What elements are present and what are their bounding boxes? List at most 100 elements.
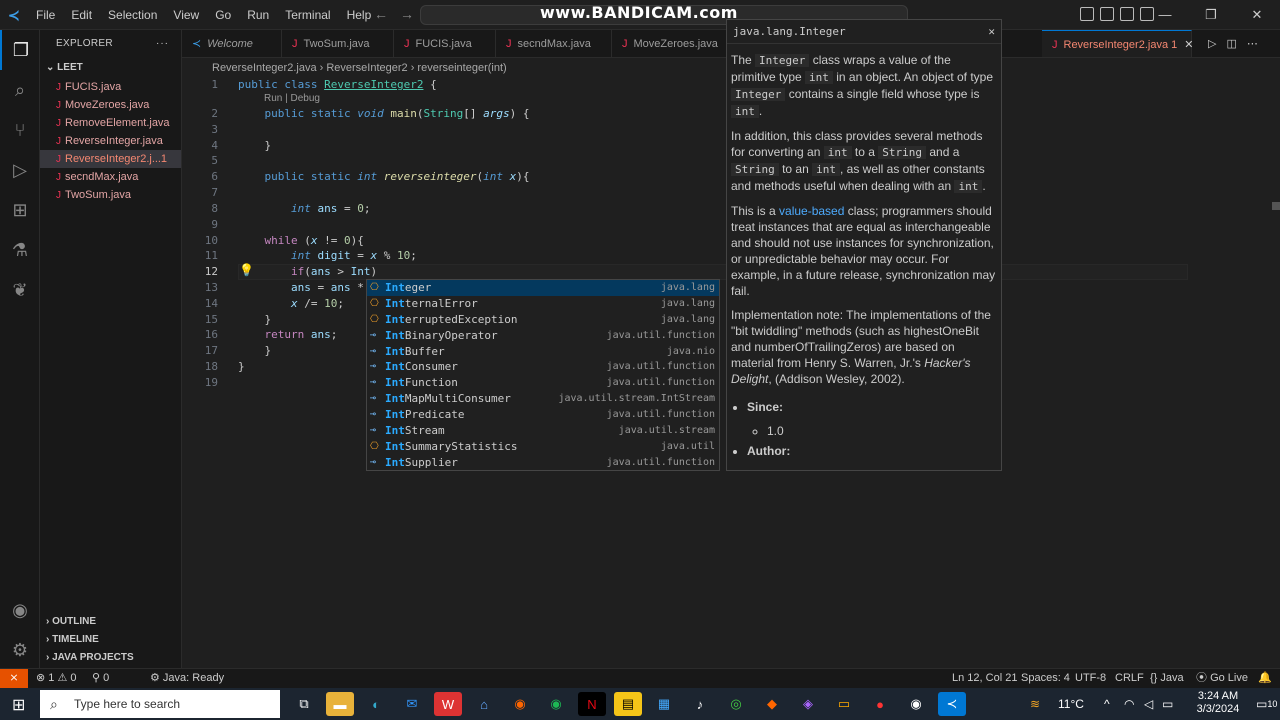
timeline-section[interactable]: › TIMELINE — [40, 631, 182, 649]
indentation[interactable]: Spaces: 4 — [1021, 669, 1070, 688]
calculator-icon[interactable]: ▦ — [650, 692, 678, 716]
suggestion-item[interactable]: ⎔ IntSummaryStatistics java.util — [367, 439, 719, 455]
run-icon[interactable]: ▷ — [1208, 38, 1226, 50]
suggestion-item[interactable]: ⎔ IntternalError java.lang — [367, 296, 719, 312]
suggestion-item[interactable]: ⎔ InterruptedException java.lang — [367, 312, 719, 328]
account-icon[interactable]: ◉ — [0, 590, 40, 630]
language-mode[interactable]: {} Java — [1150, 669, 1184, 688]
close-icon[interactable]: ✕ — [988, 20, 995, 44]
folder-icon[interactable]: ▭ — [830, 692, 858, 716]
more-actions-icon[interactable]: ··· — [156, 30, 169, 58]
toggle-secondary-sidebar-icon[interactable] — [1120, 7, 1134, 21]
menu-terminal[interactable]: Terminal — [277, 0, 338, 30]
suggestion-item[interactable]: ⊸ IntConsumer java.util.function — [367, 359, 719, 375]
tab-reverseinteger2[interactable]: J ReverseInteger2.java 1 ✕ — [1042, 30, 1194, 57]
menu-selection[interactable]: Selection — [100, 0, 165, 30]
file-item-selected[interactable]: J ReverseInteger2.j... 1 — [40, 150, 181, 168]
settings-gear-icon[interactable]: ⚙ — [0, 630, 40, 670]
tab-welcome[interactable]: ≺ Welcome — [182, 30, 282, 57]
remote-icon[interactable]: ⨯ — [0, 669, 28, 688]
menu-view[interactable]: View — [165, 0, 207, 30]
nav-arrows-icon[interactable]: ←→ — [374, 6, 426, 22]
testing-icon[interactable]: ⚗ — [0, 230, 40, 270]
sticky-notes-icon[interactable]: ▤ — [614, 692, 642, 716]
breadcrumb[interactable]: ReverseInteger2.java › ReverseInteger2 ›… — [182, 58, 507, 78]
windows-start-icon[interactable]: ⊞ — [12, 695, 30, 714]
value-based-link[interactable]: value-based — [779, 204, 844, 218]
spotify-icon[interactable]: ◉ — [542, 692, 570, 716]
menu-go[interactable]: Go — [207, 0, 239, 30]
menu-edit[interactable]: Edit — [63, 0, 100, 30]
suggestion-item[interactable]: ⊸ IntBinaryOperator java.util.function — [367, 328, 719, 344]
office-icon[interactable]: W — [434, 692, 462, 716]
more-icon[interactable]: ⋯ — [1247, 38, 1268, 50]
split-editor-icon[interactable]: ◫ — [1226, 38, 1246, 50]
tiktok-icon[interactable]: ♪ — [686, 692, 714, 716]
notification-center[interactable]: ▭ 10 — [1256, 688, 1277, 720]
explorer-icon[interactable]: ❐ — [0, 30, 40, 70]
scrollbar-thumb[interactable] — [1272, 202, 1280, 210]
maximize-icon[interactable]: ❐ — [1188, 0, 1234, 30]
close-tab-icon[interactable]: ✕ — [1184, 39, 1193, 51]
store-icon[interactable]: ⌂ — [470, 692, 498, 716]
suggestion-item[interactable]: ⎔ Integer java.lang — [367, 280, 719, 296]
notifications-bell-icon[interactable]: 🔔 — [1258, 669, 1272, 688]
brave-icon[interactable]: ◆ — [758, 692, 786, 716]
problems-status[interactable]: ⊗ 1 ⚠ 0 — [36, 669, 76, 688]
volume-icon[interactable]: ◁ — [1144, 688, 1153, 720]
folder-leet[interactable]: ⌄ LEET — [40, 58, 181, 78]
suggestion-item[interactable]: ⊸ IntBuffer java.nio — [367, 344, 719, 360]
edge-icon[interactable]: ◐ — [362, 692, 390, 716]
clock[interactable]: 3:24 AM 3/3/2024 — [1188, 690, 1248, 716]
toggle-panel-icon[interactable] — [1100, 7, 1114, 21]
codelens-run-debug[interactable]: Run | Debug — [264, 93, 320, 104]
minimize-icon[interactable]: — — [1142, 0, 1188, 30]
github-icon[interactable]: ◉ — [902, 692, 930, 716]
cursor-position[interactable]: Ln 12, Col 21 — [952, 669, 1017, 688]
taskbar-search[interactable]: ⌕ Type here to search — [40, 690, 280, 718]
wifi-icon[interactable]: ◠ — [1124, 688, 1134, 720]
temperature[interactable]: 11°C — [1058, 688, 1084, 720]
battery-icon[interactable]: ▭ — [1162, 688, 1173, 720]
firefox-icon[interactable]: ◉ — [506, 692, 534, 716]
file-item[interactable]: JsecndMax.java — [40, 168, 181, 186]
suggestion-item[interactable]: ⊸ IntSupplier java.util.function — [367, 455, 719, 471]
file-item[interactable]: J RemoveElement.java — [40, 114, 181, 132]
leaf-icon[interactable]: ❦ — [0, 270, 40, 310]
tab-secndmax[interactable]: JsecndMax.java — [496, 30, 612, 57]
extensions-icon[interactable]: ⊞ — [0, 190, 40, 230]
suggestion-item[interactable]: ⊸ IntFunction java.util.function — [367, 375, 719, 391]
suggestion-item[interactable]: ⊸ IntStream java.util.stream — [367, 423, 719, 439]
vscode-taskbar-icon[interactable]: ≺ — [938, 692, 966, 716]
weather-icon[interactable]: ≋ — [1030, 688, 1040, 720]
tab-fucis[interactable]: J FUCIS.java — [394, 30, 496, 57]
outline-section[interactable]: › OUTLINE — [40, 613, 182, 631]
run-debug-icon[interactable]: ▷ — [0, 150, 40, 190]
search-icon[interactable]: ⌕ — [0, 70, 40, 110]
suggestion-item[interactable]: ⊸ IntMapMultiConsumer java.util.stream.Int… — [367, 391, 719, 407]
suggestion-item[interactable]: ⊸ IntPredicate java.util.function — [367, 407, 719, 423]
tab-twosum[interactable]: J TwoSum.java — [282, 30, 394, 57]
encoding[interactable]: UTF-8 — [1075, 669, 1106, 688]
task-view-icon[interactable]: ⧉ — [290, 692, 318, 716]
chrome-icon[interactable]: ◎ — [722, 692, 750, 716]
discord-icon[interactable]: ◈ — [794, 692, 822, 716]
toggle-sidebar-icon[interactable] — [1080, 7, 1094, 21]
ports-status[interactable]: ⚲ 0 — [92, 669, 109, 688]
tray-chevron-icon[interactable]: ^ — [1104, 688, 1110, 720]
tab-movezeroes[interactable]: J MoveZeroes.java — [612, 30, 732, 57]
netflix-icon[interactable]: N — [578, 692, 606, 716]
java-status[interactable]: ⚙ Java: Ready — [150, 669, 224, 688]
menu-run[interactable]: Run — [239, 0, 277, 30]
line-endings[interactable]: CRLF — [1115, 669, 1144, 688]
bandicam-icon[interactable]: ● — [866, 692, 894, 716]
close-window-icon[interactable]: ✕ — [1234, 0, 1280, 30]
java-projects-section[interactable]: › JAVA PROJECTS — [40, 649, 182, 667]
mail-icon[interactable]: ✉ — [398, 692, 426, 716]
menu-file[interactable]: File — [28, 0, 63, 30]
file-item[interactable]: J ReverseInteger.java — [40, 132, 181, 150]
file-item[interactable]: J MoveZeroes.java — [40, 96, 181, 114]
file-item[interactable]: J FUCIS.java — [40, 78, 181, 96]
file-explorer-icon[interactable]: ▬ — [326, 692, 354, 716]
go-live-button[interactable]: ⦿ Go Live — [1196, 669, 1248, 688]
